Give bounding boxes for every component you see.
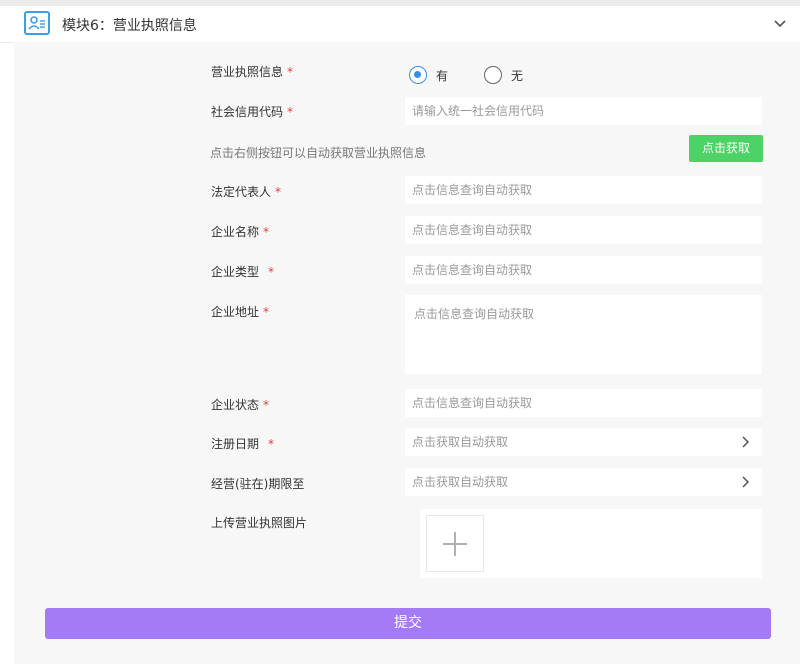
upload-image-button[interactable] xyxy=(426,515,484,572)
fetch-button[interactable]: 点击获取 xyxy=(689,135,763,162)
company-status-input[interactable]: 点击信息查询自动获取 xyxy=(405,389,762,417)
chevron-right-icon xyxy=(742,476,750,488)
module-header[interactable]: 模块6：营业执照信息 xyxy=(0,6,800,43)
reg-date-picker[interactable]: 点击获取自动获取 xyxy=(405,428,762,456)
reg-date-label: 注册日期 * xyxy=(211,437,275,451)
company-status-label: 企业状态 * xyxy=(211,398,270,412)
company-type-label: 企业类型 * xyxy=(211,265,275,279)
credit-code-input[interactable]: 请输入统一社会信用代码 xyxy=(405,97,762,125)
legal-rep-input[interactable]: 点击信息查询自动获取 xyxy=(405,176,762,204)
module-title: 模块6：营业执照信息 xyxy=(62,18,197,34)
radio-selected-icon[interactable] xyxy=(409,66,427,84)
operating-period-picker[interactable]: 点击获取自动获取 xyxy=(405,468,762,496)
radio-label-no: 无 xyxy=(511,68,524,83)
legal-rep-label: 法定代表人 * xyxy=(211,185,282,199)
license-info-label: 营业执照信息 * xyxy=(211,65,294,79)
plus-icon xyxy=(443,532,467,556)
operating-period-placeholder: 点击获取自动获取 xyxy=(412,475,509,489)
reg-date-placeholder: 点击获取自动获取 xyxy=(412,435,509,449)
chevron-down-icon[interactable] xyxy=(770,13,790,33)
auto-fetch-hint: 点击右侧按钮可以自动获取营业执照信息 xyxy=(210,146,427,160)
company-type-input[interactable]: 点击信息查询自动获取 xyxy=(405,256,762,284)
radio-no-license[interactable]: 无 xyxy=(484,66,523,84)
upload-area xyxy=(420,509,762,578)
submit-button[interactable]: 提交 xyxy=(45,608,771,639)
company-address-textarea[interactable]: 点击信息查询自动获取 xyxy=(405,295,762,374)
chevron-right-icon xyxy=(742,436,750,448)
upload-label: 上传营业执照图片 xyxy=(211,516,308,530)
radio-label-yes: 有 xyxy=(436,68,449,83)
operating-period-label: 经营(驻在)期限至 xyxy=(211,477,305,491)
credit-code-label: 社会信用代码 * xyxy=(211,105,294,119)
radio-unselected-icon[interactable] xyxy=(484,66,502,84)
company-address-label: 企业地址 * xyxy=(211,305,270,319)
company-name-label: 企业名称 * xyxy=(211,225,270,239)
company-name-input[interactable]: 点击信息查询自动获取 xyxy=(405,216,762,244)
id-card-icon xyxy=(24,11,50,35)
radio-has-license[interactable]: 有 xyxy=(409,66,448,84)
form-panel: 营业执照信息 * 有 无 社会信用代码 * 请输入统一社会信用代码 点击右侧按钮可以… xyxy=(14,42,800,664)
